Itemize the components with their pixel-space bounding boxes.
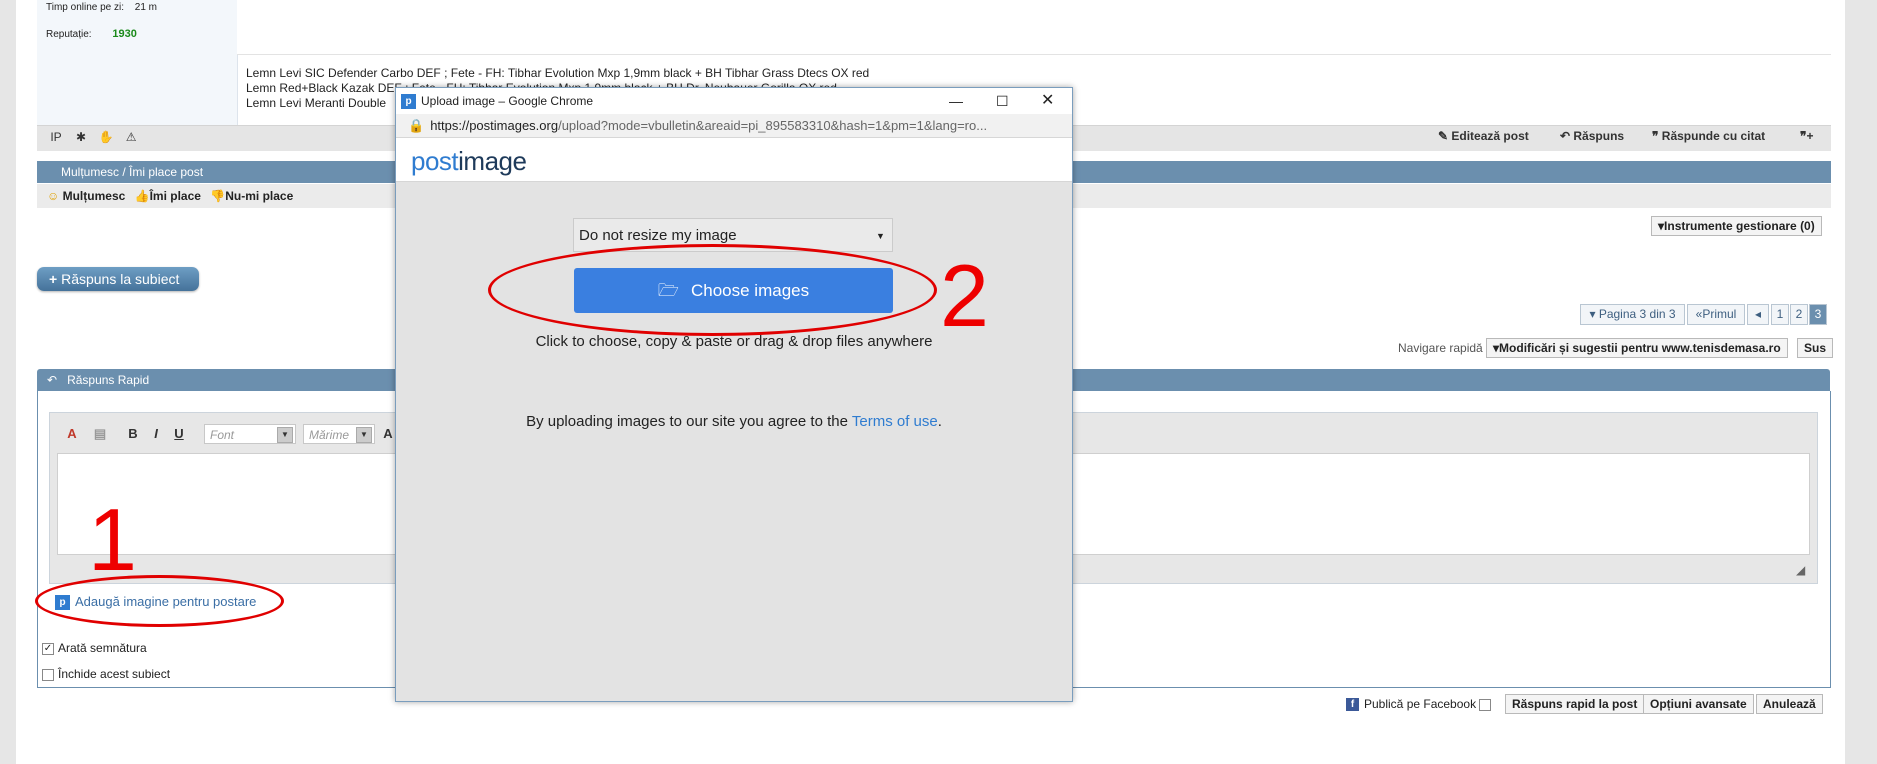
page-menu[interactable]: ▾ Pagina 3 din 3	[1580, 304, 1685, 325]
reputation-icon[interactable]: ✋	[95, 130, 117, 144]
plus-icon: +	[49, 271, 58, 287]
thank-button[interactable]: ☺ Mulțumesc	[47, 189, 125, 203]
star-icon[interactable]: ✱	[70, 130, 92, 144]
close-icon[interactable]: ✕	[1041, 88, 1054, 114]
moderation-tools-button[interactable]: ▾Instrumente gestionare (0)	[1651, 216, 1822, 236]
paste-icon[interactable]: ▤	[89, 423, 111, 445]
minimize-icon[interactable]: —	[949, 88, 963, 114]
popup-titlebar: p Upload image – Google Chrome — ☐ ✕	[396, 88, 1072, 114]
page-link-2[interactable]: 2	[1790, 304, 1808, 325]
thumbs-down-icon: 👎	[210, 189, 226, 203]
post-mini-icons: IP ✱ ✋ ⚠	[45, 130, 142, 144]
postimage-icon: p	[401, 94, 416, 110]
online-time-label: Timp online pe zi:	[46, 2, 124, 13]
terms-text: By uploading images to our site you agre…	[526, 413, 942, 430]
advanced-options-button[interactable]: Opțiuni avansate	[1643, 694, 1754, 714]
checkbox-empty-icon	[42, 668, 54, 681]
postimage-logo[interactable]: postimage	[411, 146, 527, 177]
resize-handle-icon[interactable]: ◢	[1796, 563, 1805, 577]
chevron-down-icon: ▼	[356, 427, 372, 443]
multiquote-plus-icon: ❞+	[1800, 129, 1814, 143]
pencil-icon: ✎	[1438, 129, 1452, 143]
terms-link[interactable]: Terms of use	[852, 413, 938, 430]
facebook-publish-checkbox[interactable]: f Publică pe Facebook	[1346, 697, 1495, 712]
quicknav-select[interactable]: ▾Modificări și sugestii pentru www.tenis…	[1486, 338, 1788, 358]
reply-post-button[interactable]: ↶ Răspuns	[1560, 129, 1624, 143]
quicknav-label: Navigare rapidă	[1398, 341, 1483, 355]
dislike-button[interactable]: 👎Nu-mi place	[210, 189, 293, 203]
annotation-ellipse-2	[488, 244, 937, 336]
close-thread-checkbox[interactable]: Închide acest subiect	[42, 667, 170, 681]
popup-title: Upload image – Google Chrome	[421, 94, 594, 108]
caret-down-icon: ▼	[876, 231, 885, 241]
underline-button[interactable]: U	[170, 423, 188, 445]
annotation-number-1: 1	[88, 490, 137, 589]
maximize-icon[interactable]: ☐	[996, 88, 1009, 114]
checkbox-empty-icon	[1479, 698, 1492, 711]
quote-reply-button[interactable]: ❞ Răspunde cu citat	[1652, 129, 1765, 143]
size-select[interactable]: Mărime ▼	[303, 424, 375, 444]
page-link-1[interactable]: 1	[1771, 304, 1789, 325]
postimage-header: postimage	[396, 138, 1072, 182]
ip-icon[interactable]: IP	[45, 130, 67, 144]
quick-reply-icon: ↶	[47, 373, 58, 387]
reputation-label: Reputație:	[46, 29, 92, 40]
lock-icon: 🔒	[408, 118, 425, 133]
reply-to-thread-button[interactable]: + Răspuns la subiect	[37, 267, 199, 291]
reply-arrow-icon: ↶	[1560, 129, 1574, 143]
post-content	[237, 0, 1831, 55]
go-top-button[interactable]: Sus	[1797, 338, 1834, 358]
italic-button[interactable]: I	[147, 423, 165, 445]
signature-line: Lemn Levi SIC Defender Carbo DEF ; Fete …	[246, 66, 870, 80]
multiquote-button[interactable]: ❞+	[1800, 129, 1813, 143]
page-link-3-current: 3	[1809, 304, 1827, 325]
prev-page-icon[interactable]: ◂	[1747, 304, 1769, 325]
font-select[interactable]: Font ▼	[204, 424, 296, 444]
smile-icon: ☺	[47, 189, 60, 203]
annotation-ellipse-1	[35, 575, 284, 627]
quote-icon: ❞	[1652, 129, 1662, 143]
report-icon[interactable]: ⚠	[120, 130, 142, 144]
cancel-button[interactable]: Anulează	[1756, 694, 1823, 714]
like-button[interactable]: 👍Îmi place	[135, 189, 201, 203]
thumbs-up-icon: 👍	[134, 189, 150, 203]
first-page-link[interactable]: «Primul	[1687, 304, 1745, 325]
checkbox-checked-icon: ✓	[42, 642, 54, 655]
quick-reply-submit-button[interactable]: Răspuns rapid la post	[1505, 694, 1645, 714]
facebook-icon: f	[1346, 698, 1359, 712]
chevron-down-icon: ▼	[277, 427, 293, 443]
reputation-value: 1930	[112, 28, 137, 40]
font-color-icon[interactable]: A	[381, 423, 395, 445]
edit-post-button[interactable]: ✎ Editează post	[1438, 129, 1529, 143]
popup-address-bar[interactable]: 🔒 https://postimages.org/upload?mode=vbul…	[396, 114, 1072, 138]
online-time-value: 21 m	[134, 2, 158, 13]
annotation-number-2: 2	[940, 246, 989, 345]
upload-popup-window: p Upload image – Google Chrome — ☐ ✕ 🔒 htt…	[395, 87, 1073, 702]
user-profile-panel: Timp online pe zi: 21 m Reputație: 1930	[37, 0, 238, 125]
reputation-row: Reputație: 1930	[46, 28, 137, 40]
remove-format-icon[interactable]: A	[61, 423, 83, 445]
online-time-row: Timp online pe zi: 21 m	[46, 2, 157, 13]
bold-button[interactable]: B	[124, 423, 142, 445]
show-signature-checkbox[interactable]: ✓ Arată semnătura	[42, 641, 147, 655]
